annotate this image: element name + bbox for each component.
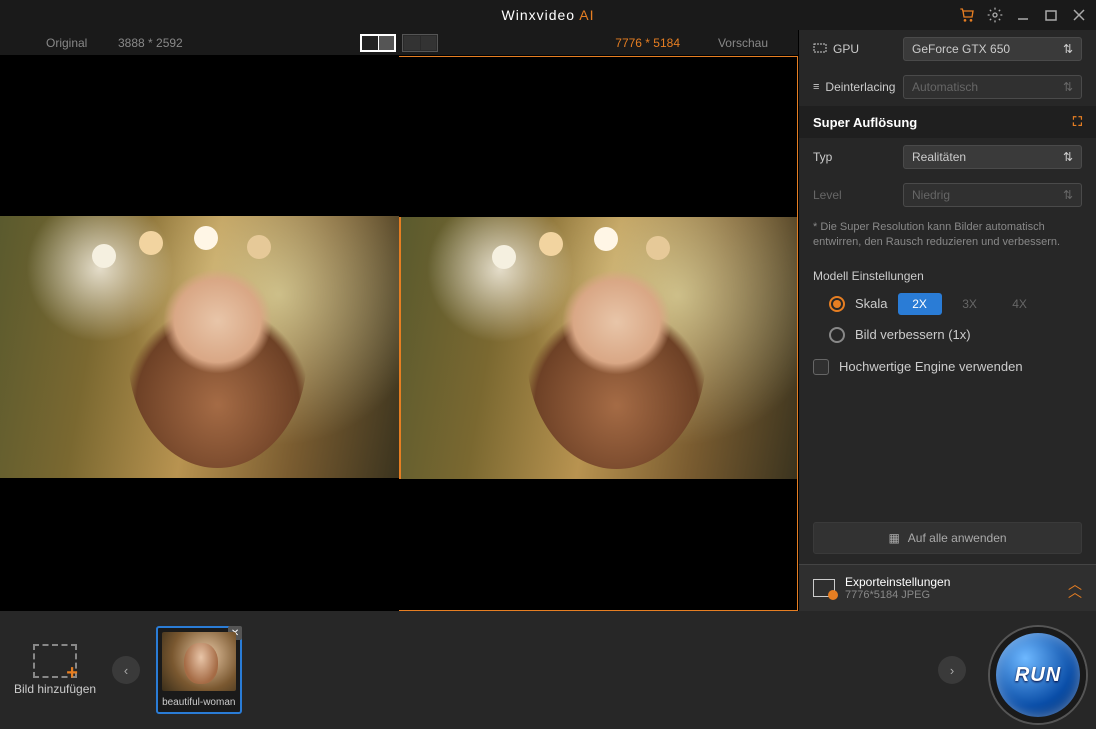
add-image-button[interactable]: + Bild hinzufügen: [14, 644, 96, 696]
original-photo: [0, 216, 399, 478]
run-button[interactable]: RUN: [990, 627, 1086, 723]
hq-engine-label: Hochwertige Engine verwenden: [839, 359, 1023, 374]
deinterlacing-select: Automatisch⇅: [903, 75, 1082, 99]
level-label: Level: [813, 188, 893, 202]
expand-icon[interactable]: ⛶: [1073, 114, 1082, 130]
chevron-updown-icon: ⇅: [1063, 42, 1073, 56]
scale-2x-button[interactable]: 2X: [898, 293, 942, 315]
original-image-pane[interactable]: [0, 56, 399, 611]
close-icon[interactable]: [1066, 2, 1092, 28]
gpu-icon: [813, 43, 827, 55]
export-icon: [813, 579, 835, 597]
apply-all-button[interactable]: ▦ Auf alle anwenden: [813, 522, 1082, 554]
split-view-option-1[interactable]: [360, 34, 396, 52]
gpu-select[interactable]: GeForce GTX 650⇅: [903, 37, 1082, 61]
gpu-label: GPU: [813, 42, 893, 56]
scale-3x-button[interactable]: 3X: [948, 293, 992, 315]
chevron-updown-icon: ⇅: [1063, 188, 1073, 202]
preview-area: Original 3888 * 2592 7776 * 5184 Vorscha…: [0, 30, 798, 611]
hq-engine-checkbox[interactable]: [813, 359, 829, 375]
gear-icon[interactable]: [982, 2, 1008, 28]
brand-suffix: AI: [579, 7, 594, 23]
apply-icon: ▦: [888, 531, 899, 545]
titlebar: Winxvideo AI: [0, 0, 1096, 30]
split-view-toggle[interactable]: [360, 34, 438, 52]
chevron-up-icon[interactable]: ︿︿: [1068, 580, 1082, 597]
bottom-bar: + Bild hinzufügen ‹ ✕ beautiful-woman › …: [0, 611, 1096, 729]
chevron-updown-icon: ⇅: [1063, 80, 1073, 94]
plus-icon: +: [63, 664, 81, 682]
minimize-icon[interactable]: [1010, 2, 1036, 28]
scale-label: Skala: [855, 296, 888, 311]
level-select: Niedrig⇅: [903, 183, 1082, 207]
maximize-icon[interactable]: [1038, 2, 1064, 28]
scale-4x-button[interactable]: 4X: [998, 293, 1042, 315]
model-settings-header: Modell Einstellungen: [799, 261, 1096, 287]
type-label: Typ: [813, 150, 893, 164]
scale-radio[interactable]: [829, 296, 845, 312]
thumb-name: beautiful-woman: [158, 695, 240, 712]
preview-label: Vorschau: [718, 36, 768, 50]
cart-icon[interactable]: [954, 2, 980, 28]
thumbnail-item[interactable]: ✕ beautiful-woman: [156, 626, 242, 714]
split-view-option-2[interactable]: [402, 34, 438, 52]
thumb-next-button[interactable]: ›: [938, 656, 966, 684]
processed-dimensions: 7776 * 5184: [615, 36, 680, 50]
film-icon: +: [33, 644, 77, 678]
brand-text: Winxvideo: [502, 7, 576, 23]
super-resolution-header: Super Auflösung ⛶: [799, 106, 1096, 138]
enhance-label: Bild verbessern (1x): [855, 327, 971, 342]
processed-image-pane[interactable]: [399, 56, 799, 611]
chevron-updown-icon: ⇅: [1063, 150, 1073, 164]
deinterlacing-label: ≡ Deinterlacing: [813, 80, 893, 94]
deinterlace-icon: ≡: [813, 81, 819, 93]
thumb-prev-button[interactable]: ‹: [112, 656, 140, 684]
enhance-radio[interactable]: [829, 327, 845, 343]
type-select[interactable]: Realitäten⇅: [903, 145, 1082, 169]
original-dimensions: 3888 * 2592: [118, 36, 183, 50]
processed-photo: [399, 217, 798, 479]
export-settings-bar[interactable]: Exporteinstellungen 7776*5184 JPEG ︿︿: [799, 564, 1096, 611]
thumb-image: [162, 632, 236, 691]
settings-sidebar: GPU GeForce GTX 650⇅ ≡ Deinterlacing Aut…: [798, 30, 1096, 611]
export-title: Exporteinstellungen: [845, 575, 1058, 589]
export-detail: 7776*5184 JPEG: [845, 589, 1058, 601]
app-title: Winxvideo AI: [502, 7, 595, 23]
original-label: Original: [46, 36, 87, 50]
super-resolution-hint: * Die Super Resolution kann Bilder autom…: [799, 214, 1096, 261]
